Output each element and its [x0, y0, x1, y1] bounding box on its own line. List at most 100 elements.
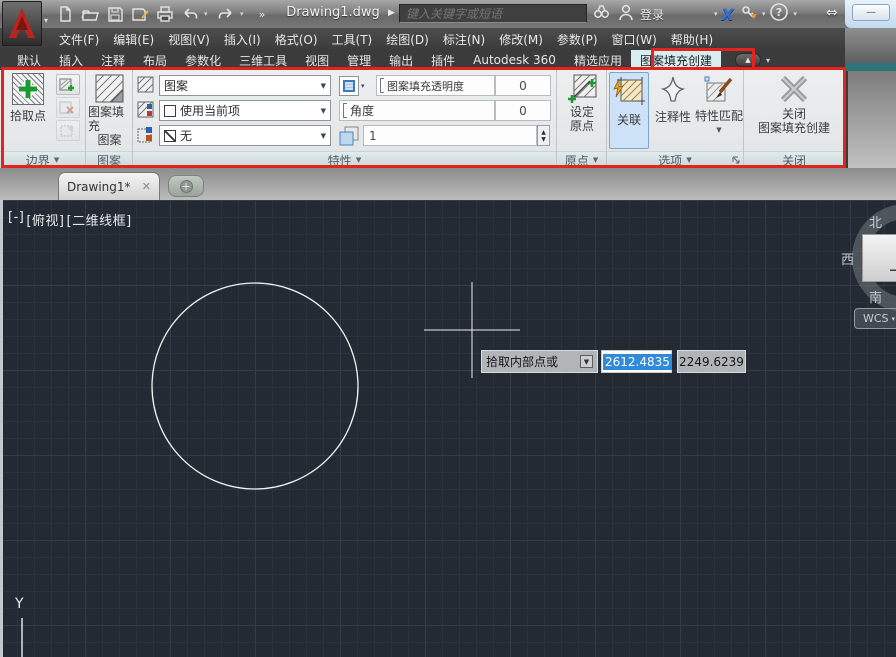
select-boundary-objects-button[interactable] — [56, 74, 80, 95]
menu-window[interactable]: 窗口(W) — [605, 31, 664, 48]
close-hatch-creation-button[interactable]: 关闭 图案填充创建 — [746, 74, 842, 135]
match-properties-button[interactable]: 特性匹配 ▼ — [695, 72, 743, 137]
transparency-value[interactable]: 0 — [495, 75, 551, 96]
tab-home[interactable]: 默认 — [8, 50, 50, 70]
viewcube-north-label[interactable]: 北 — [869, 212, 882, 231]
ribbon-collapse-caret-icon[interactable]: ▾ — [766, 56, 770, 65]
scale-spinner[interactable]: ▲▼ — [537, 125, 550, 146]
dialog-launcher-icon[interactable] — [731, 155, 741, 165]
pick-points-button[interactable]: 拾取点 — [3, 73, 53, 123]
hatch-color-icon — [137, 101, 155, 119]
open-file-icon[interactable] — [79, 3, 101, 25]
transparency-split-button[interactable]: ▾ — [339, 75, 373, 96]
redo-dropdown-icon[interactable]: ▾ — [240, 10, 248, 18]
tab-autodesk360[interactable]: Autodesk 360 — [464, 50, 565, 70]
user-icon[interactable] — [616, 1, 636, 27]
tab-3d-tools[interactable]: 三维工具 — [230, 50, 296, 70]
tab-layout[interactable]: 布局 — [134, 50, 176, 70]
origin-panel-label[interactable]: 原点 ▼ — [557, 151, 606, 168]
save-as-icon[interactable] — [129, 3, 151, 25]
angle-slider[interactable]: 角度 — [339, 100, 495, 121]
viewcube-top-face[interactable]: 上 — [862, 234, 896, 282]
tab-output[interactable]: 输出 — [380, 50, 422, 70]
menu-format[interactable]: 格式(O) — [268, 31, 325, 48]
wcs-menu[interactable]: WCS ▾ — [854, 308, 896, 329]
viewcube-south-label[interactable]: 南 — [869, 287, 882, 306]
menu-edit[interactable]: 编辑(E) — [106, 31, 161, 48]
transparency-slider[interactable]: 图案填充透明度 — [376, 75, 495, 96]
drawing-canvas[interactable]: [-] [俯视] [二维线框] Y 拾取内部点或 ▼ 2612.4835 224… — [0, 200, 896, 657]
boundaries-panel-label[interactable]: 边界 ▼ — [0, 151, 85, 168]
ribbon-collapse-button[interactable]: ▲ — [735, 53, 761, 67]
help-icon[interactable]: ? — [769, 2, 789, 26]
circle-entity[interactable] — [152, 283, 358, 489]
menu-insert[interactable]: 插入(I) — [217, 31, 268, 48]
tab-insert[interactable]: 插入 — [50, 50, 92, 70]
signin-dropdown-icon[interactable]: ▾ — [714, 10, 718, 18]
tab-close-icon[interactable]: ✕ — [142, 180, 151, 193]
angle-value[interactable]: 0 — [495, 100, 551, 121]
title-dropdown-icon[interactable]: ▶ — [388, 8, 395, 18]
exchange-dropdown-icon[interactable]: ▾ — [762, 10, 766, 18]
background-color-combo[interactable]: 无 ▼ — [159, 125, 331, 146]
new-file-icon[interactable] — [54, 3, 76, 25]
menu-bar: 文件(F) 编辑(E) 视图(V) 插入(I) 格式(O) 工具(T) 绘图(D… — [0, 28, 896, 50]
exchange-x-icon[interactable]: X — [722, 5, 734, 24]
viewcube-west-label[interactable]: 西 — [841, 249, 854, 268]
properties-panel-label[interactable]: 特性 ▼ — [133, 151, 556, 168]
save-icon[interactable] — [104, 3, 126, 25]
tab-parametric[interactable]: 参数化 — [176, 50, 230, 70]
document-title: Drawing1.dwg — [268, 5, 398, 20]
transparency-caret-icon: ▾ — [361, 82, 365, 90]
menu-parametric[interactable]: 参数(P) — [550, 31, 605, 48]
set-origin-button[interactable]: 设定 原点 — [559, 73, 605, 133]
menu-view[interactable]: 视图(V) — [161, 31, 217, 48]
plot-icon[interactable] — [154, 3, 176, 25]
annotative-button[interactable]: 注释性 — [652, 72, 694, 124]
prompt-options-icon[interactable]: ▼ — [580, 355, 593, 368]
panel-options: 关联 注释性 特性匹配 ▼ 选项 — [607, 70, 744, 168]
application-menu-button[interactable] — [2, 1, 42, 46]
file-tab-bar: Drawing1* ✕ + — [0, 168, 896, 200]
window-chrome-teal-strip — [845, 63, 896, 71]
menu-help[interactable]: 帮助(H) — [664, 31, 720, 48]
help-dropdown-icon[interactable]: ▾ — [793, 10, 797, 18]
menu-dimension[interactable]: 标注(N) — [436, 31, 492, 48]
background-color-icon — [137, 126, 155, 144]
tab-view[interactable]: 视图 — [296, 50, 338, 70]
menu-modify[interactable]: 修改(M) — [492, 31, 550, 48]
undo-dropdown-icon[interactable]: ▾ — [204, 10, 212, 18]
y-coordinate-value: 2249.6239 — [679, 355, 744, 369]
menu-draw[interactable]: 绘图(D) — [379, 31, 436, 48]
infocenter-search-input[interactable] — [399, 4, 587, 23]
panel-origin: 设定 原点 原点 ▼ — [557, 70, 607, 168]
hatch-pattern-button[interactable]: 图案填充 图案 — [88, 73, 131, 147]
tab-plugins[interactable]: 插件 — [422, 50, 464, 70]
drawing-file-tab[interactable]: Drawing1* ✕ — [58, 172, 160, 200]
sign-in-label[interactable]: 登录 — [640, 6, 664, 23]
window-chrome-strip — [845, 28, 896, 65]
tab-featured-apps[interactable]: 精选应用 — [565, 50, 631, 70]
menu-tools[interactable]: 工具(T) — [325, 31, 380, 48]
tab-annotate[interactable]: 注释 — [92, 50, 134, 70]
hatch-scale-icon — [339, 126, 359, 146]
tab-hatch-creation[interactable]: 图案填充创建 — [631, 50, 721, 70]
menu-file[interactable]: 文件(F) — [52, 31, 106, 48]
associative-button[interactable]: 关联 — [609, 72, 649, 149]
dynamic-input-x-field[interactable]: 2612.4835 — [601, 350, 672, 373]
redo-icon[interactable] — [215, 3, 237, 25]
hatch-scale-input[interactable]: 1 — [363, 125, 537, 146]
minimize-button[interactable]: — — [852, 4, 890, 21]
hatch-color-combo[interactable]: 使用当前项 ▼ — [159, 100, 331, 121]
dynamic-input-y-field[interactable]: 2249.6239 — [677, 350, 746, 373]
app-menu-caret-icon[interactable]: ▾ — [44, 16, 48, 25]
ribbon-hatch-creation: 拾取点 边界 ▼ 图案填 — [0, 70, 846, 168]
undo-icon[interactable] — [179, 3, 201, 25]
options-panel-label[interactable]: 选项 ▼ — [607, 151, 743, 168]
exchange-apps-icon[interactable] — [738, 2, 758, 26]
tab-manage[interactable]: 管理 — [338, 50, 380, 70]
close-panel-label: 关闭 — [744, 151, 844, 168]
search-icon[interactable] — [590, 1, 612, 27]
hatch-type-combo[interactable]: 图案 ▼ — [159, 75, 331, 96]
new-drawing-tab-button[interactable]: + — [168, 175, 204, 197]
